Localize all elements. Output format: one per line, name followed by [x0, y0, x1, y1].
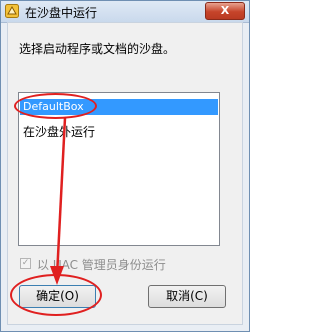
- annotation-arrow: [50, 117, 67, 285]
